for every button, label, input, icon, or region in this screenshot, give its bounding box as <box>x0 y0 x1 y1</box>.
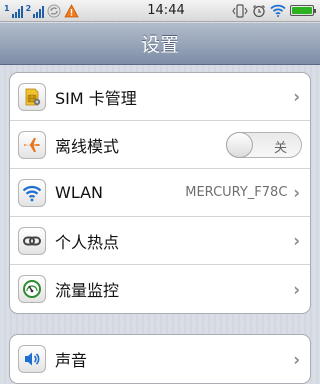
row-personal-hotspot[interactable]: 个人热点 › <box>10 217 310 265</box>
link-icon <box>18 226 46 255</box>
sim1-label: 1 <box>4 3 10 13</box>
alarm-icon <box>253 4 265 17</box>
row-wlan[interactable]: WLAN MERCURY_F78C › <box>10 169 310 217</box>
chevron-right-icon: › <box>293 230 300 251</box>
warning-icon <box>64 3 79 17</box>
chevron-right-icon: › <box>293 86 300 107</box>
status-right-group <box>232 3 320 18</box>
battery-icon <box>290 5 316 16</box>
row-label: 流量监控 <box>55 281 120 300</box>
title-bar: 设置 <box>0 23 320 65</box>
row-label: 离线模式 <box>55 136 120 156</box>
chevron-right-icon: › <box>293 182 300 203</box>
speaker-icon <box>18 345 46 373</box>
wifi-status-icon <box>270 4 286 17</box>
gauge-icon <box>18 275 46 303</box>
sim-card-icon <box>18 82 46 111</box>
toggle-state-label: 关 <box>273 140 287 156</box>
sim2-label: 2 <box>25 3 32 13</box>
row-label: 声音 <box>55 351 88 370</box>
airplane-icon <box>18 130 46 159</box>
sync-icon <box>47 4 61 17</box>
toggle-knob <box>226 131 253 158</box>
chevron-right-icon: › <box>293 348 300 370</box>
status-time: 14:44 <box>147 3 185 18</box>
chevron-right-icon: › <box>293 278 300 300</box>
battery-fill <box>292 7 312 14</box>
row-label: 个人热点 <box>55 232 120 252</box>
row-sim-management[interactable]: SIM 卡管理 › <box>10 73 310 121</box>
row-data-usage[interactable]: 流量监控 › <box>10 265 310 313</box>
signal-sim1-icon: 1 <box>4 4 23 18</box>
page-title: 设置 <box>140 34 179 56</box>
row-label: SIM 卡管理 <box>55 88 137 108</box>
status-bar: 1 2 14:44 <box>0 0 320 22</box>
row-sound[interactable]: 声音 › <box>10 335 310 383</box>
wlan-network-name: MERCURY_F78C <box>185 185 288 200</box>
signal-sim2-icon: 2 <box>26 4 45 18</box>
row-label: WLAN <box>55 183 104 202</box>
vibrate-icon <box>232 3 248 18</box>
settings-group-connectivity: SIM 卡管理 › 离线模式 关 WLAN MERCURY_F78C › 个人热… <box>9 72 311 314</box>
row-airplane-mode: 离线模式 关 <box>10 121 310 169</box>
airplane-mode-toggle[interactable]: 关 <box>226 131 302 158</box>
wifi-icon <box>18 178 46 207</box>
settings-group-sound: 声音 › <box>9 334 311 384</box>
